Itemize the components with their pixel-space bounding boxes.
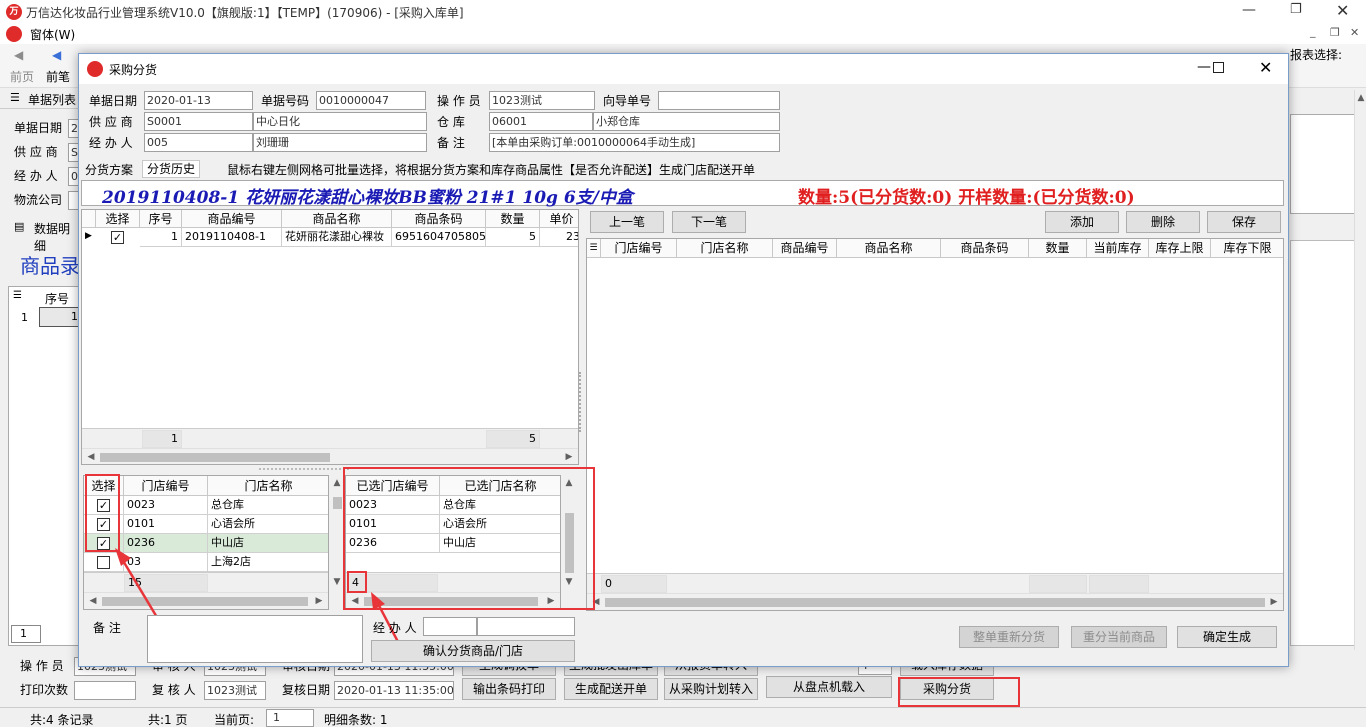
- review-date-field[interactable]: 2020-01-13 11:35:00: [334, 681, 454, 700]
- from-inventory-machine-button[interactable]: 从盘点机载入: [766, 676, 892, 698]
- list-icon: ☰: [10, 91, 20, 104]
- detail-tab[interactable]: ▤ 数据明细: [10, 218, 80, 253]
- bg-handler-label: 经 办 人: [14, 169, 58, 183]
- redo-current-button[interactable]: 重分当前商品: [1071, 626, 1167, 648]
- review-date-label: 复核日期: [282, 683, 331, 697]
- current-page-label: 当前页:: [214, 713, 255, 727]
- arrowhead-1: [115, 548, 131, 566]
- status-bar: 共:4 条记录 共:1 页 当前页: 1 明细条数: 1: [0, 707, 1366, 727]
- review-label: 复 核 人: [152, 683, 196, 697]
- print-count-field[interactable]: [74, 681, 136, 700]
- confirm-generate-button[interactable]: 确定生成: [1177, 626, 1277, 648]
- document-icon: ▤: [14, 220, 25, 233]
- confirm-allocation-button[interactable]: 确认分货商品/门店: [371, 640, 575, 662]
- bg-right-strip: [1290, 240, 1356, 646]
- bg-page-box[interactable]: 1: [11, 625, 41, 643]
- mdi-close-icon[interactable]: ✕: [1350, 26, 1359, 39]
- detail-count: 明细条数: 1: [324, 713, 388, 727]
- restore-icon[interactable]: ❐: [1290, 2, 1302, 17]
- bg-logistics-label: 物流公司: [14, 193, 63, 207]
- dlg-remark-field[interactable]: [147, 615, 363, 663]
- dlg-handler-label: 经 办 人: [373, 621, 417, 635]
- app-title: 万信达化妆品行业管理系统V10.0【旗舰版:1】【TEMP】(170906) -…: [26, 6, 464, 20]
- prev-page-icon[interactable]: ◀: [14, 48, 23, 62]
- report-select-label: 报表选择:: [1290, 48, 1343, 62]
- bg-grid-menu-icon[interactable]: ☰: [13, 290, 22, 301]
- bg-grid-cell[interactable]: 1: [39, 307, 83, 327]
- prev-record-icon[interactable]: ◀: [52, 48, 61, 62]
- background-form: 单据日期 20 供 应 商 S0 经 办 人 00 物流公司: [4, 114, 84, 214]
- mdi-minimize-icon[interactable]: _: [1310, 25, 1316, 38]
- product-entry-title: 商品录: [20, 254, 80, 278]
- bg-supplier-label: 供 应 商: [14, 145, 58, 159]
- bg-scroll-up-icon[interactable]: ▲: [1354, 90, 1366, 107]
- prev-page-button[interactable]: 前页: [10, 68, 34, 85]
- menu-logo-icon: [6, 26, 22, 42]
- close-icon[interactable]: ✕: [1336, 1, 1349, 20]
- arrowhead-2: [371, 592, 385, 610]
- bg-right-panel: [1290, 114, 1356, 214]
- menu-window[interactable]: 窗体(W): [30, 26, 75, 43]
- mdi-restore-icon[interactable]: ❐: [1330, 26, 1340, 39]
- bg-grid-row-num: 1: [21, 311, 28, 324]
- annotation-arrows: [115, 548, 409, 660]
- app-logo-icon: 万: [6, 4, 22, 20]
- dlg-handler-name[interactable]: [477, 617, 575, 636]
- redo-all-button[interactable]: 整单重新分货: [959, 626, 1059, 648]
- print-count-label: 打印次数: [20, 683, 69, 697]
- review-field[interactable]: 1023测试: [204, 681, 266, 700]
- total-records: 共:4 条记录: [30, 713, 94, 727]
- operator-label: 操 作 员: [20, 659, 64, 673]
- arrow-line-1: [117, 553, 163, 625]
- generate-dispatch-button[interactable]: 生成配送开单: [564, 678, 658, 700]
- app-title-bar: 万 万信达化妆品行业管理系统V10.0【旗舰版:1】【TEMP】(170906)…: [0, 0, 1366, 24]
- current-page-field[interactable]: 1: [266, 709, 314, 727]
- bg-date-label: 单据日期: [14, 121, 63, 135]
- dlg-remark-label: 备 注: [93, 621, 121, 635]
- doc-list-tab[interactable]: ☰ 单据列表: [0, 89, 78, 109]
- from-purchase-plan-button[interactable]: 从采购计划转入: [664, 678, 758, 700]
- bg-scrollbar[interactable]: ▲: [1354, 90, 1366, 650]
- dlg-handler-code[interactable]: [423, 617, 477, 636]
- allocate-dialog: 采购分货 — ✕ 单据日期 2020-01-13 单据号码 0010000047…: [78, 53, 1289, 667]
- allocate-button-highlight: [898, 677, 1020, 707]
- menu-bar: 窗体(W) _ ❐ ✕: [0, 24, 1366, 44]
- prev-record-button[interactable]: 前笔: [46, 68, 70, 85]
- total-pages: 共:1 页: [148, 713, 188, 727]
- print-barcode-button[interactable]: 输出条码打印: [462, 678, 556, 700]
- minimize-icon[interactable]: —: [1242, 2, 1256, 18]
- bg-grid: ☰ 序号 1 1 1: [8, 286, 83, 646]
